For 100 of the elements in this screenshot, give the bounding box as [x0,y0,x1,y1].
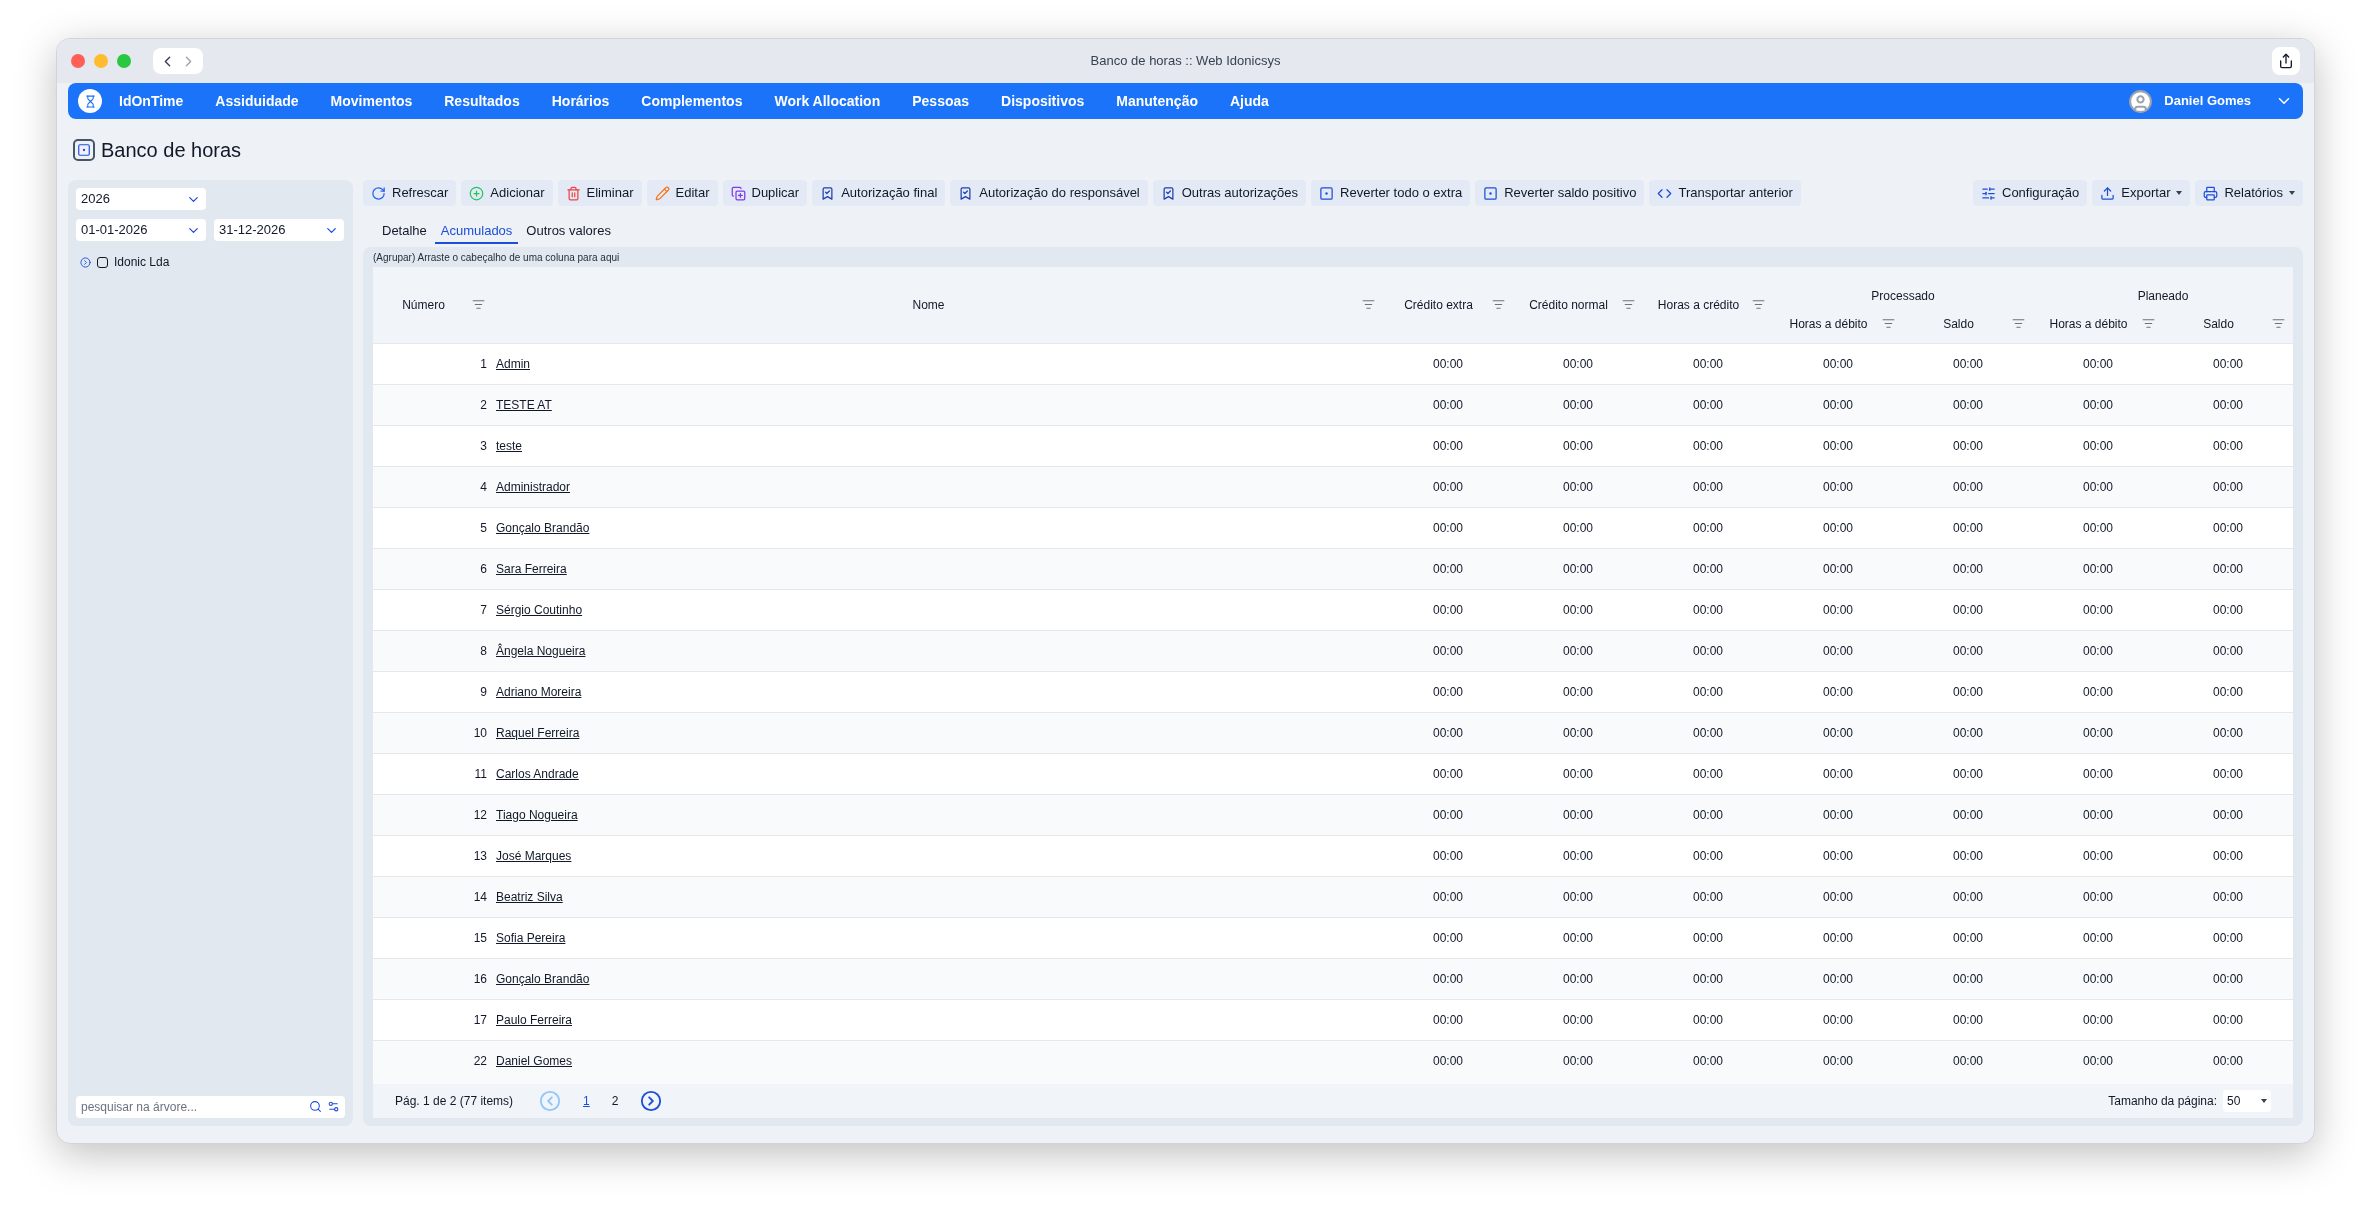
nav-menu-item[interactable]: Dispositivos [1001,90,1085,112]
name-link[interactable]: teste [496,438,522,453]
column-header[interactable]: Saldo [1903,305,2033,343]
name-link[interactable]: Administrador [496,479,571,494]
nav-menu-item[interactable]: Horários [551,90,610,112]
page-size-select[interactable]: 50 [2223,1090,2271,1112]
toolbar-button[interactable]: Outras autorizações [1152,180,1307,206]
filter-icon[interactable] [2142,317,2155,331]
page-button[interactable]: 1 [583,1092,590,1110]
bookmark-check-icon [958,185,974,201]
hours-cell: 00:00 [1563,1012,1593,1027]
nav-menu-item[interactable]: Manutenção [1116,90,1198,112]
hours-cell: 00:00 [1953,479,1983,494]
name-link[interactable]: Tiago Nogueira [496,807,578,822]
hours-cell: 00:00 [2083,807,2113,822]
name-link[interactable]: Adriano Moreira [496,684,582,699]
date-from-select[interactable]: 01-01-2026 [76,219,206,241]
brand-link[interactable]: IdOnTime [119,90,184,112]
filter-icon[interactable] [2012,317,2025,331]
toolbar-button[interactable]: Editar [646,180,718,206]
logo-icon[interactable] [78,89,102,113]
year-select[interactable]: 2026 [76,188,206,210]
hours-cell: 00:00 [1433,807,1463,822]
name-link[interactable]: Raquel Ferreira [496,725,580,740]
nav-menu-item[interactable]: Work Allocation [774,90,881,112]
column-header[interactable]: Horas a débito [1773,305,1903,343]
name-link[interactable]: Gonçalo Brandão [496,520,590,535]
tree-search-field[interactable]: pesquisar na árvore... [76,1096,345,1118]
tab[interactable]: Detalhe [376,220,433,244]
number-cell: 8 [480,643,487,658]
toolbar-button[interactable]: Refrescar [363,180,457,206]
tab[interactable]: Acumulados [434,220,519,244]
toolbar-button[interactable]: Eliminar [557,180,642,206]
filter-icon[interactable] [1622,298,1635,312]
caret-icon [2261,1099,2267,1103]
hours-cell: 00:00 [1433,397,1463,412]
next-page-icon[interactable] [640,1090,663,1112]
hours-cell: 00:00 [1433,725,1463,740]
column-header[interactable]: Crédito extra [1383,267,1513,343]
name-link[interactable]: TESTE AT [496,397,552,412]
number-cell: 13 [473,848,487,863]
column-header[interactable]: Horas a crédito [1643,267,1773,343]
name-link[interactable]: Carlos Andrade [496,766,579,781]
hours-cell: 00:00 [1953,438,1983,453]
name-link[interactable]: Paulo Ferreira [496,1012,573,1027]
nav-menu-item[interactable]: Pessoas [912,90,970,112]
name-link[interactable]: Beatriz Silva [496,889,563,904]
tree-checkbox[interactable] [97,256,108,268]
name-link[interactable]: Ângela Nogueira [496,643,586,658]
name-link[interactable]: José Marques [496,848,572,863]
share-icon [2278,53,2294,69]
page-button[interactable]: 2 [611,1092,619,1110]
column-header[interactable]: Nome [493,267,1383,343]
search-icon[interactable] [309,1100,322,1113]
column-header[interactable]: Número [373,267,493,343]
nav-menu-item[interactable]: Ajuda [1230,90,1269,112]
filter-icon[interactable] [2272,317,2285,331]
nav-menu-item[interactable]: Movimentos [330,90,413,112]
filter-settings-icon[interactable] [327,1100,340,1113]
name-link[interactable]: Sara Ferreira [496,561,567,576]
share-button[interactable] [2272,47,2300,75]
toolbar-button[interactable]: Exportar [2092,180,2191,206]
nav-menu-item[interactable]: Resultados [444,90,520,112]
column-header[interactable]: Saldo [2163,305,2293,343]
hours-cell: 00:00 [1823,356,1853,371]
nav-menu-item[interactable]: Complementos [641,90,743,112]
name-link[interactable]: Sofia Pereira [496,930,566,945]
toolbar-button[interactable]: Reverter saldo positivo [1475,180,1645,206]
toolbar-button[interactable]: Configuração [1973,180,2088,206]
name-link[interactable]: Daniel Gomes [496,1053,573,1068]
toolbar-button[interactable]: Reverter todo o extra [1311,180,1471,206]
hours-cell: 00:00 [1953,1053,1983,1068]
toolbar-button[interactable]: Autorização final [812,180,946,206]
column-header[interactable]: Horas a débito [2033,305,2163,343]
hours-cell: 00:00 [1563,479,1593,494]
date-to-select[interactable]: 31-12-2026 [214,219,344,241]
hours-cell: 00:00 [1693,889,1723,904]
close-window-icon[interactable] [71,54,85,68]
user-menu[interactable]: Daniel Gomes [2164,91,2251,111]
number-cell: 4 [480,479,487,494]
tree-item[interactable]: Idonic Lda [114,253,170,271]
name-link[interactable]: Gonçalo Brandão [496,971,590,986]
toolbar-button[interactable]: Duplicar [722,180,808,206]
name-link[interactable]: Admin [496,356,530,371]
nav-menu-item[interactable]: Assiduidade [215,90,299,112]
toolbar-button[interactable]: Autorização do responsável [950,180,1148,206]
filter-icon[interactable] [1362,298,1375,312]
filter-icon[interactable] [1492,298,1505,312]
expand-icon[interactable] [80,256,91,268]
filter-icon[interactable] [1882,317,1895,331]
column-header[interactable]: Crédito normal [1513,267,1643,343]
toolbar-button[interactable]: Transportar anterior [1649,180,1801,206]
tab[interactable]: Outros valores [520,220,617,244]
toolbar-button[interactable]: Relatórios [2195,180,2303,206]
filter-icon[interactable] [1752,298,1765,312]
toolbar-button[interactable]: Adicionar [461,180,553,206]
page-icon [73,138,95,161]
name-link[interactable]: Sérgio Coutinho [496,602,583,617]
caret-icon [2176,191,2183,195]
filter-icon[interactable] [472,298,485,312]
